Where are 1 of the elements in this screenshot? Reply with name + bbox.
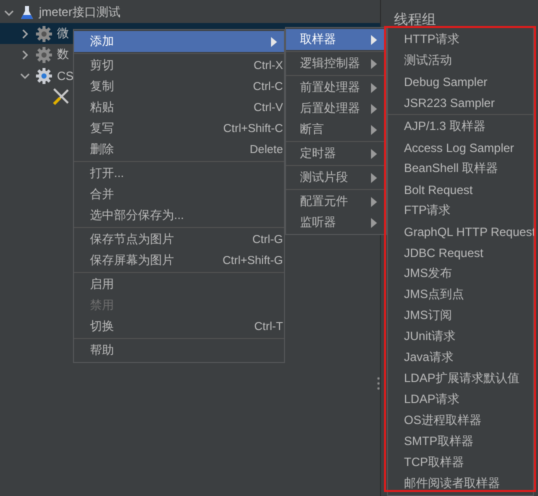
- panel-title: 线程组: [394, 11, 436, 27]
